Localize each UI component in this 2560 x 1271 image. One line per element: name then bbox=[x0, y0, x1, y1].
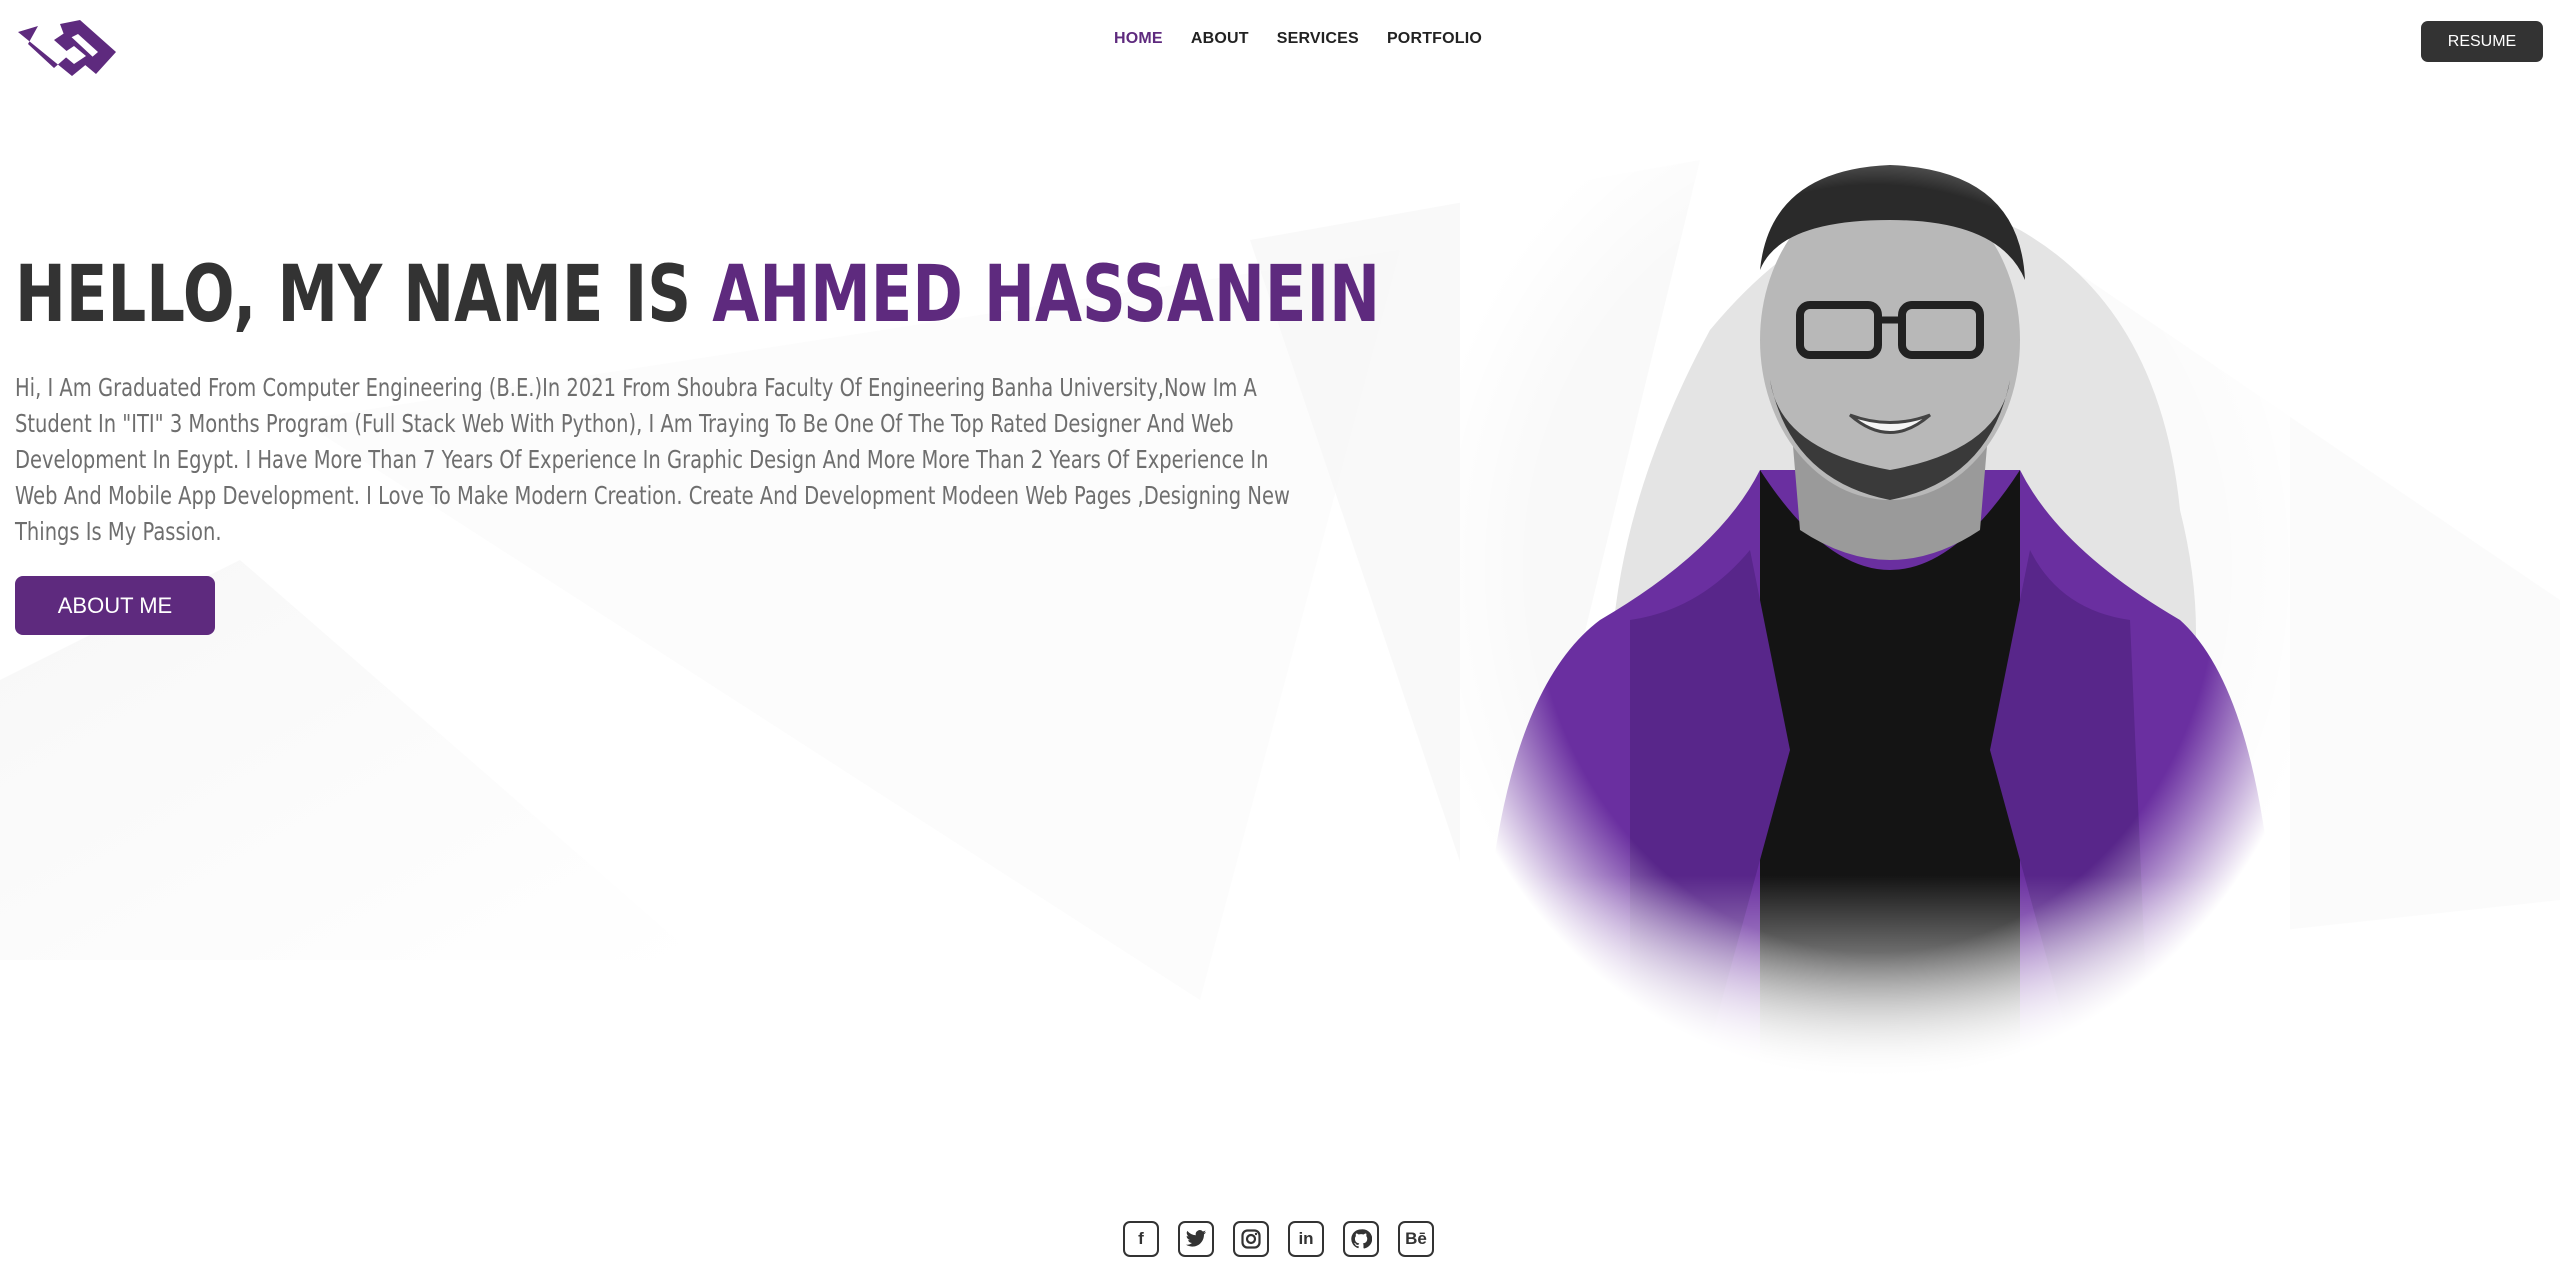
behance-icon[interactable]: Bē bbox=[1398, 1221, 1434, 1257]
github-icon[interactable] bbox=[1343, 1221, 1379, 1257]
nav-item-portfolio[interactable]: PORTFOLIO bbox=[1387, 30, 1482, 48]
facebook-icon[interactable]: f bbox=[1123, 1221, 1159, 1257]
hero-description: Hi, I Am Graduated From Computer Enginee… bbox=[15, 373, 1290, 546]
hero-title-prefix: HELLO, MY NAME IS bbox=[15, 250, 713, 340]
nav-item-services[interactable]: SERVICES bbox=[1277, 30, 1359, 48]
resume-button[interactable]: RESUME bbox=[2421, 21, 2543, 62]
behance-glyph: Bē bbox=[1405, 1229, 1427, 1248]
nav-item-about[interactable]: ABOUT bbox=[1191, 30, 1249, 48]
linkedin-icon[interactable]: in bbox=[1288, 1221, 1324, 1257]
profile-photo bbox=[1460, 150, 2290, 1080]
aa-monogram-logo[interactable] bbox=[14, 18, 120, 78]
hero-title: HELLO, MY NAME IS AHMED HASSANEIN bbox=[15, 240, 1380, 350]
linkedin-glyph: in bbox=[1298, 1229, 1314, 1248]
site-header: HOME ABOUT SERVICES PORTFOLIO RESUME bbox=[0, 0, 2560, 82]
hero-title-name: AHMED HASSANEIN bbox=[712, 250, 1381, 340]
twitter-icon[interactable] bbox=[1178, 1221, 1214, 1257]
facebook-glyph: f bbox=[1138, 1229, 1144, 1248]
about-me-button[interactable]: ABOUT ME bbox=[15, 576, 215, 635]
hero-section: HELLO, MY NAME IS AHMED HASSANEIN Hi, I … bbox=[15, 240, 1380, 635]
instagram-icon[interactable] bbox=[1233, 1221, 1269, 1257]
nav-item-home[interactable]: HOME bbox=[1114, 30, 1163, 48]
main-nav: HOME ABOUT SERVICES PORTFOLIO bbox=[1114, 30, 1510, 48]
social-links: f in Bē bbox=[1123, 1221, 1434, 1257]
